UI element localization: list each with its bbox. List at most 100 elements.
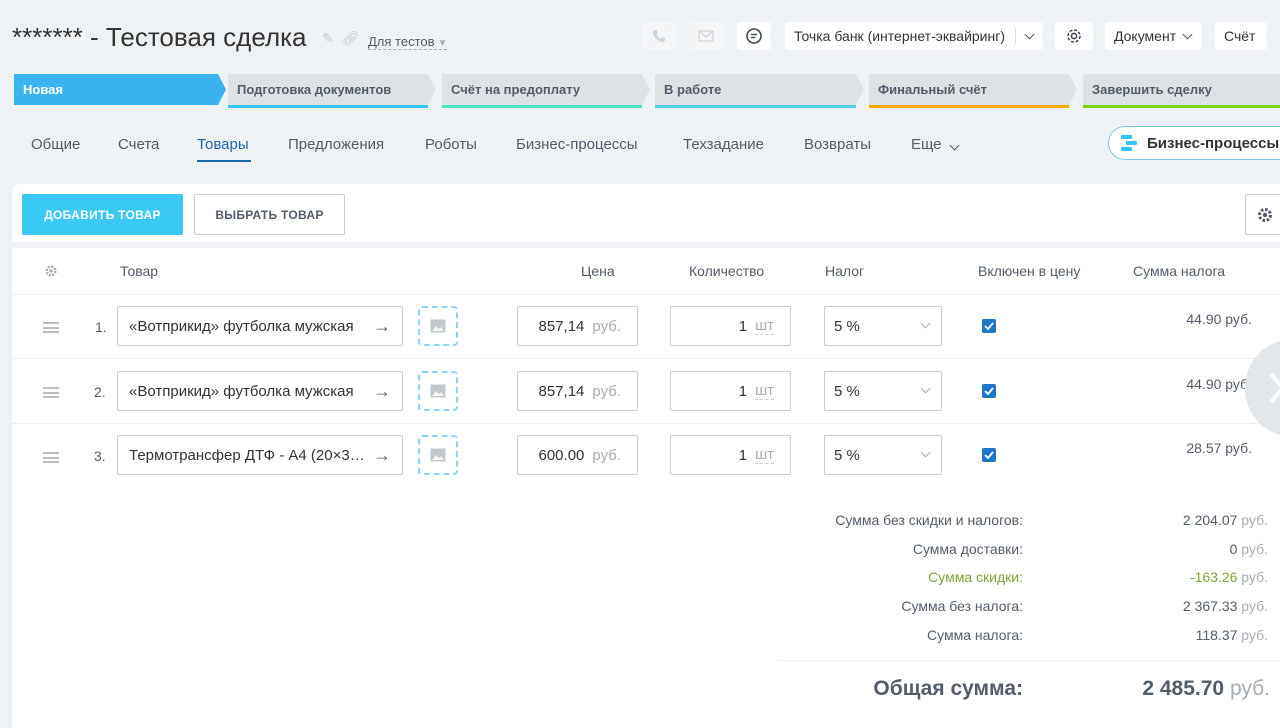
column-header-product[interactable]: Товар <box>120 263 158 279</box>
measure-unit[interactable]: шт <box>755 446 774 464</box>
price-value: 857,14 <box>538 382 585 400</box>
chevron-down-icon <box>920 447 931 458</box>
product-name-field[interactable]: «Вотприкид» футболка мужская → <box>117 306 403 346</box>
amount: 2 204.07 <box>1182 512 1238 528</box>
stage-color-bar <box>442 105 642 108</box>
settings-button[interactable] <box>1055 22 1093 50</box>
currency-label: руб. <box>1241 627 1268 643</box>
price-field[interactable]: 857,14 руб. <box>517 371 638 411</box>
tax-select[interactable]: 5 % <box>824 371 942 411</box>
stage-docs[interactable]: Подготовка документов <box>228 74 436 105</box>
quantity-field[interactable]: 1 шт <box>670 371 791 411</box>
product-image-upload[interactable] <box>418 371 458 411</box>
call-button[interactable] <box>642 22 676 50</box>
link-icon[interactable]: 🔗︎ <box>342 30 360 46</box>
arrow-right-icon[interactable]: → <box>373 316 391 337</box>
document-label: Документ <box>1114 28 1177 44</box>
chevron-down-icon: ▼ <box>437 38 448 49</box>
quantity-field[interactable]: 1 шт <box>670 435 791 475</box>
stage-prepayment[interactable]: Счёт на предоплату <box>442 74 650 105</box>
tax-included-checkbox[interactable] <box>982 384 996 398</box>
grand-total-label: Общая сумма: <box>873 677 1023 700</box>
price-field[interactable]: 600.00 руб. <box>517 435 638 475</box>
currency-label: руб. <box>1229 677 1270 700</box>
row-number: 3. <box>94 448 106 464</box>
column-header-tax-sum[interactable]: Сумма налога <box>1133 263 1225 279</box>
title-actions: ✎ 🔗︎ <box>322 30 359 47</box>
tab-offers[interactable]: Предложения <box>288 136 384 153</box>
amount: 118.37 <box>1195 627 1238 643</box>
arrow-right-icon[interactable]: → <box>373 381 391 402</box>
divider <box>778 660 1280 661</box>
tax-select[interactable]: 5 % <box>824 306 942 346</box>
quantity-field[interactable]: 1 шт <box>670 306 791 346</box>
tab-products[interactable]: Товары <box>197 136 249 153</box>
column-header-quantity[interactable]: Количество <box>689 263 764 279</box>
stage-label: Финальный счёт <box>878 82 988 97</box>
payment-system-select[interactable]: Точка банк (интернет-эквайринг) <box>785 22 1043 50</box>
product-name: «Вотприкид» футболка мужская <box>129 382 354 400</box>
tab-spec[interactable]: Техзадание <box>683 136 764 153</box>
divider <box>12 294 1280 295</box>
product-name-field[interactable]: Термотрансфер ДТФ - А4 (20×30 см) → <box>117 435 403 475</box>
stage-label: В работе <box>664 82 722 97</box>
stage-new[interactable]: Новая <box>14 74 226 105</box>
flowchart-icon <box>1121 135 1137 151</box>
quantity-value: 1 <box>738 446 748 464</box>
chevron-down-icon <box>920 318 931 329</box>
business-processes-button[interactable]: Бизнес-процессы <box>1108 126 1280 160</box>
column-header-tax[interactable]: Налог <box>825 263 864 279</box>
email-button[interactable] <box>688 22 724 50</box>
choose-product-button[interactable]: ВЫБРАТЬ ТОВАР <box>194 194 345 235</box>
gear-icon <box>1067 29 1081 43</box>
open-chat-button[interactable] <box>737 22 771 50</box>
tab-robots[interactable]: Роботы <box>425 136 477 153</box>
image-icon <box>430 448 446 462</box>
tax-included-checkbox[interactable] <box>982 319 996 333</box>
stage-final-invoice[interactable]: Финальный счёт <box>869 74 1077 105</box>
product-image-upload[interactable] <box>418 306 458 346</box>
currency-label: руб. <box>1241 598 1268 614</box>
product-settings-button[interactable] <box>1245 194 1280 235</box>
product-image-upload[interactable] <box>418 435 458 475</box>
column-settings-button[interactable] <box>44 264 58 283</box>
category-selector[interactable]: Для тестов ▼ <box>368 34 448 50</box>
drag-handle-icon[interactable] <box>43 452 59 463</box>
tax-value: 5 % <box>834 446 860 464</box>
phone-icon <box>653 30 665 42</box>
delivery-sum-value: 0 руб. <box>1128 541 1268 557</box>
stage-progress: Новая Подготовка документов Счёт на пред… <box>14 74 1280 108</box>
stage-close-deal[interactable]: Завершить сделку <box>1083 74 1280 105</box>
tax-select[interactable]: 5 % <box>824 435 942 475</box>
page-title: ******* - Тестовая сделка <box>12 22 307 52</box>
tab-more[interactable]: Еще <box>911 136 959 153</box>
price-field[interactable]: 857,14 руб. <box>517 306 638 346</box>
invoice-button[interactable]: Счёт <box>1215 22 1267 50</box>
document-button[interactable]: Документ <box>1105 22 1202 50</box>
column-header-price[interactable]: Цена <box>581 263 615 279</box>
tax-included-checkbox[interactable] <box>982 448 996 462</box>
image-icon <box>430 384 446 398</box>
tab-business-processes[interactable]: Бизнес-процессы <box>516 136 638 153</box>
check-icon <box>984 451 994 459</box>
arrow-right-icon[interactable]: → <box>373 445 391 466</box>
chevron-down-icon <box>1182 29 1193 39</box>
measure-unit[interactable]: шт <box>755 317 774 335</box>
discount-sum-value: -163.26 руб. <box>1128 569 1268 585</box>
drag-handle-icon[interactable] <box>43 387 59 398</box>
pencil-icon[interactable]: ✎ <box>322 30 334 46</box>
chat-icon <box>746 28 762 44</box>
tab-returns[interactable]: Возвраты <box>804 136 871 153</box>
tab-general[interactable]: Общие <box>31 136 80 153</box>
product-name-field[interactable]: «Вотприкид» футболка мужская → <box>117 371 403 411</box>
chevron-down-icon <box>1024 29 1035 39</box>
drag-handle-icon[interactable] <box>43 322 59 333</box>
stage-in-work[interactable]: В работе <box>655 74 864 105</box>
sum-without-tax-label: Сумма без налога: <box>901 598 1023 614</box>
column-header-tax-included[interactable]: Включен в цену <box>978 263 1080 279</box>
measure-unit[interactable]: шт <box>755 382 774 400</box>
sum-without-tax-value: 2 367.33 руб. <box>1128 598 1268 614</box>
add-product-button[interactable]: ДОБАВИТЬ ТОВАР <box>22 194 183 235</box>
stage-label: Счёт на предоплату <box>451 82 581 97</box>
tab-invoices[interactable]: Счета <box>118 136 159 153</box>
